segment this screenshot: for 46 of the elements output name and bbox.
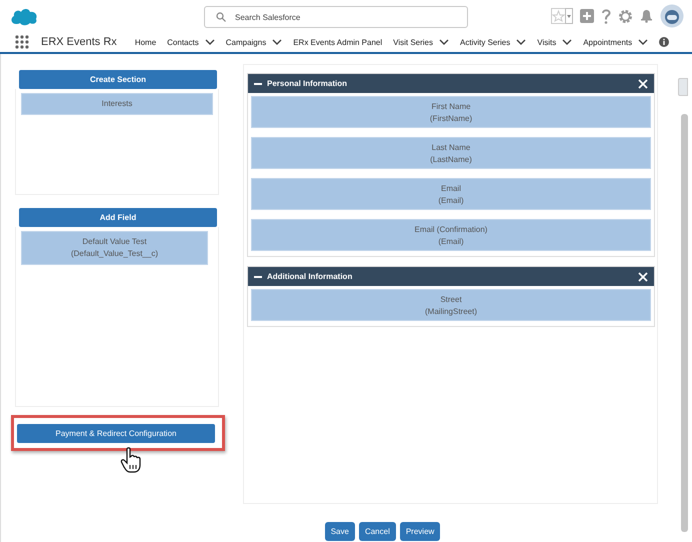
preview-button[interactable]: Preview	[400, 522, 440, 541]
app-name: ERX Events Rx	[41, 36, 117, 48]
chevron-down-icon[interactable]	[638, 39, 648, 45]
nav-tab[interactable]: Appointments	[583, 38, 632, 46]
config-button[interactable]: Payment & Redirect Configuration	[17, 424, 215, 443]
action-button[interactable]: Add Field	[19, 208, 217, 227]
help-icon[interactable]	[601, 8, 611, 24]
form-field[interactable]: Last Name (LastName)	[251, 137, 651, 169]
nav-tab[interactable]: Visit Series	[393, 38, 434, 46]
star-icon[interactable]	[551, 8, 573, 24]
form-field[interactable]: Street (MailingStreet)	[251, 289, 651, 321]
form-field[interactable]: First Name (FirstName)	[251, 96, 651, 128]
nav-tab[interactable]: Campaigns	[226, 38, 266, 46]
action-button[interactable]: Create Section	[19, 70, 217, 89]
nav-tab[interactable]: Contacts	[167, 38, 199, 46]
avatar-icon[interactable]	[660, 4, 684, 28]
chevron-down-icon[interactable]	[272, 39, 282, 45]
save-button[interactable]: Save	[324, 522, 355, 541]
close-icon[interactable]	[638, 272, 648, 282]
info-icon[interactable]	[659, 37, 670, 47]
palette-item[interactable]: Interests	[21, 93, 213, 115]
minus-icon[interactable]	[254, 82, 262, 84]
nav-tab[interactable]: Home	[134, 38, 156, 46]
chevron-down-icon[interactable]	[516, 39, 526, 45]
nav-tab[interactable]: ERx Events Admin Panel	[293, 38, 382, 46]
chevron-down-icon[interactable]	[562, 39, 572, 45]
app-launcher-icon[interactable]	[15, 35, 29, 49]
nav-tab[interactable]: Visits	[537, 38, 556, 46]
chevron-down-icon[interactable]	[204, 39, 215, 45]
nav-tab[interactable]: Activity Series	[460, 38, 510, 46]
hand-cursor-icon	[120, 447, 142, 473]
section-title: Personal Information	[267, 79, 348, 88]
plus-icon[interactable]	[580, 9, 594, 23]
search-field[interactable]: Search Salesforce	[204, 6, 468, 28]
palette-item[interactable]: Default Value Test (Default_Value_Test__c)	[21, 231, 208, 265]
section-title: Additional Information	[267, 272, 352, 281]
minus-icon[interactable]	[254, 276, 262, 278]
cancel-button[interactable]: Cancel	[358, 522, 396, 541]
settings-icon[interactable]	[618, 8, 633, 24]
form-field[interactable]: Email (Confirmation) (Email)	[251, 219, 651, 251]
chevron-down-icon[interactable]	[439, 39, 450, 45]
search-icon	[216, 12, 226, 22]
close-icon[interactable]	[638, 78, 648, 88]
form-field[interactable]: Email (Email)	[251, 178, 651, 210]
bell-icon[interactable]	[640, 9, 653, 23]
cloud-logo[interactable]	[10, 6, 38, 26]
